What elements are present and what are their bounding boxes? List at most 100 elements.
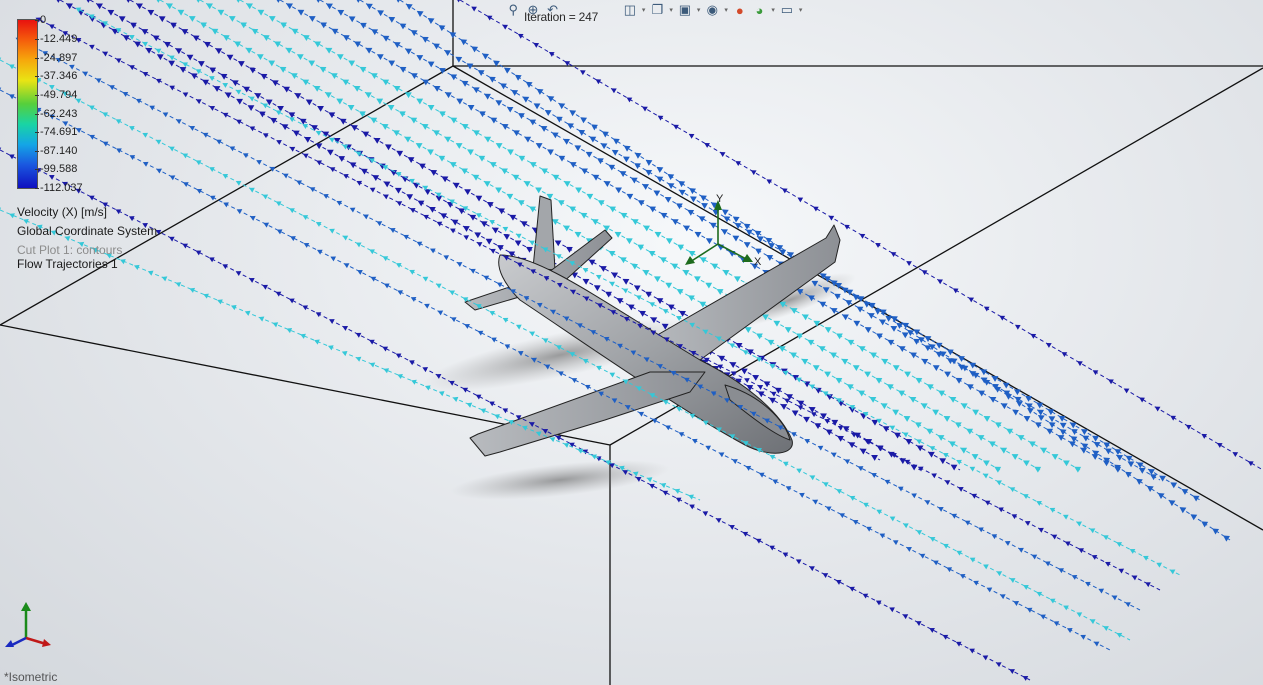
trajectory-arrow bbox=[263, 222, 270, 228]
trajectory-arrow bbox=[916, 530, 923, 536]
zoom-to-fit-icon[interactable]: ⚲ bbox=[504, 1, 523, 19]
trajectory-arrow bbox=[544, 109, 552, 116]
trajectory-arrow bbox=[1127, 461, 1135, 468]
chevron-down-icon[interactable]: ▾ bbox=[640, 6, 647, 14]
trajectory-arrow bbox=[664, 196, 672, 203]
trajectory-arrow bbox=[492, 227, 499, 234]
trajectory-arrow bbox=[336, 54, 344, 61]
trajectory-arrow bbox=[1190, 514, 1198, 521]
trajectory-arrow bbox=[824, 327, 832, 333]
legend-tick: -37.346 bbox=[34, 70, 78, 82]
trajectory-arrow bbox=[427, 104, 435, 111]
trajectory-arrow bbox=[348, 60, 356, 67]
trajectory-arrow bbox=[268, 60, 276, 67]
hide-show-icon[interactable]: ◉ bbox=[703, 1, 722, 19]
trajectory-arrow bbox=[394, 187, 402, 194]
trajectory-arrow bbox=[801, 358, 809, 365]
trajectory-arrow bbox=[1170, 482, 1178, 489]
trajectory-arrow bbox=[678, 189, 686, 196]
cut-plot-label: Cut Plot 1: contours bbox=[17, 243, 123, 257]
trajectory-arrow bbox=[161, 276, 168, 282]
trajectory-arrow bbox=[665, 238, 673, 245]
trajectory-arrow bbox=[236, 98, 244, 105]
apply-scene-icon[interactable]: ◕ bbox=[750, 1, 769, 19]
chevron-down-icon[interactable]: ▾ bbox=[797, 6, 804, 14]
trajectory-arrow bbox=[1011, 454, 1019, 460]
trajectory-arrow bbox=[580, 117, 588, 124]
trajectory-arrow bbox=[1004, 541, 1011, 546]
trajectory-arrow bbox=[415, 143, 423, 149]
trajectory-arrow bbox=[383, 181, 391, 188]
view-orientation-icon[interactable]: ❐ bbox=[648, 1, 667, 19]
trajectory-arrow bbox=[324, 92, 332, 99]
legend-tick: -49.794 bbox=[34, 89, 78, 101]
trajectory-arrow bbox=[206, 3, 213, 10]
trajectory-arrow bbox=[342, 235, 349, 241]
trajectory-arrow bbox=[427, 17, 435, 25]
trajectory-arrow bbox=[1037, 415, 1045, 422]
trajectory-arrow bbox=[995, 662, 1002, 668]
trajectory-arrow bbox=[1138, 467, 1146, 474]
trajectory-arrow bbox=[341, 350, 348, 357]
trajectory-arrow bbox=[286, 3, 293, 10]
trajectory-arrow bbox=[355, 242, 362, 248]
chevron-down-icon[interactable]: ▾ bbox=[723, 6, 730, 14]
trajectory-arrow bbox=[1146, 485, 1154, 492]
trajectory-arrow bbox=[944, 371, 951, 378]
trajectory-arrow bbox=[427, 61, 435, 68]
trajectory-arrow bbox=[484, 93, 491, 100]
trajectory-arrow bbox=[282, 173, 289, 179]
display-style-icon[interactable]: ▣ bbox=[676, 1, 695, 19]
trajectory-arrow bbox=[796, 468, 802, 474]
trajectory-arrow bbox=[705, 282, 713, 289]
chevron-down-icon[interactable]: ▾ bbox=[695, 6, 702, 14]
trajectory-arrow bbox=[732, 235, 740, 242]
trajectory-arrow bbox=[474, 232, 482, 239]
trajectory-arrow bbox=[768, 242, 776, 249]
trajectory-arrow bbox=[404, 92, 412, 99]
trajectory-arrow bbox=[721, 229, 728, 236]
trajectory-arrow bbox=[455, 143, 463, 149]
trajectory-arrow bbox=[944, 480, 951, 486]
section-view-icon[interactable]: ◫ bbox=[621, 1, 640, 19]
trajectory-arrow bbox=[1070, 436, 1078, 443]
trajectory-arrow bbox=[376, 221, 383, 227]
legend-tick: -62.243 bbox=[34, 108, 78, 120]
trajectory-arrow bbox=[296, 54, 304, 61]
trajectory-arrow bbox=[915, 621, 922, 627]
trajectory-arrow bbox=[667, 173, 675, 181]
trajectory-arrow bbox=[1038, 527, 1044, 533]
trajectory-arrow bbox=[495, 187, 502, 194]
view-settings-icon[interactable]: ▭ bbox=[778, 1, 797, 19]
trajectory-arrow bbox=[396, 201, 403, 207]
trajectory-arrow bbox=[228, 16, 236, 22]
trajectory-arrow bbox=[729, 362, 737, 368]
trajectory-arrow bbox=[791, 410, 799, 417]
trajectory-arrow bbox=[515, 233, 522, 239]
trajectory-arrow bbox=[1005, 393, 1013, 400]
trajectory-arrow bbox=[304, 136, 312, 143]
trajectory-arrow bbox=[342, 325, 349, 331]
trajectory-arrow bbox=[982, 655, 989, 661]
trajectory-arrow bbox=[999, 594, 1006, 600]
trajectory-arrow bbox=[254, 93, 262, 99]
trajectory-arrow bbox=[444, 136, 452, 143]
edit-appearance-icon[interactable]: ● bbox=[731, 1, 750, 19]
trajectory-arrow bbox=[744, 327, 752, 333]
chevron-down-icon[interactable]: ▾ bbox=[770, 6, 777, 14]
trajectory-arrow bbox=[569, 110, 577, 117]
trajectory-arrow bbox=[809, 475, 816, 481]
trajectory-arrow bbox=[364, 92, 372, 99]
trajectory-arrow bbox=[611, 88, 617, 94]
trajectory-arrow bbox=[889, 425, 896, 431]
trajectory-arrow bbox=[779, 249, 787, 256]
chevron-down-icon[interactable]: ▾ bbox=[668, 6, 675, 14]
trajectory-arrow bbox=[634, 152, 642, 159]
trajectory-arrow bbox=[871, 455, 878, 461]
trajectory-arrow bbox=[612, 138, 620, 145]
trajectory-arrow bbox=[506, 106, 514, 113]
trajectory-arrow bbox=[1009, 578, 1016, 584]
trajectory-arrow bbox=[960, 447, 968, 454]
trajectory-arrow bbox=[467, 104, 475, 111]
results-legend[interactable]: 0 -12.449 -24.897 -37.346 -49.794 -62.24… bbox=[0, 0, 200, 275]
